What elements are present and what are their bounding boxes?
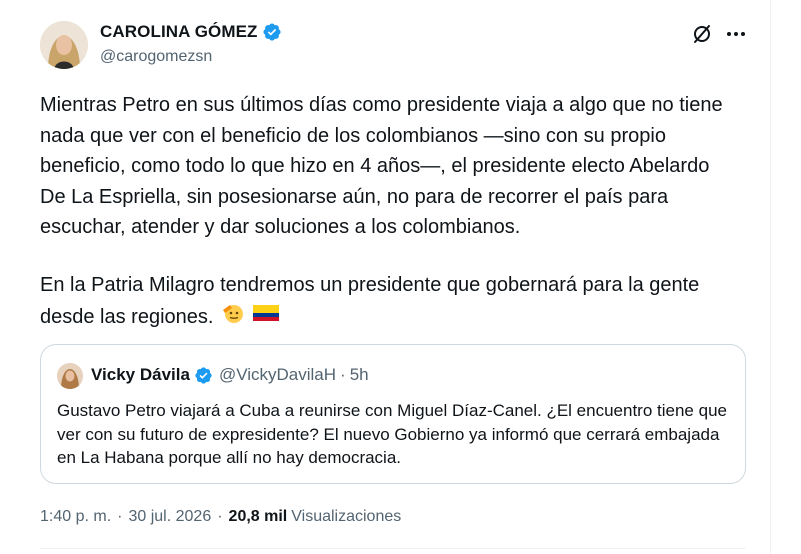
quote-author-avatar[interactable]: [57, 363, 83, 389]
colombia-flag-icon: [252, 302, 279, 333]
quote-text: Gustavo Petro viajará a Cuba a reunirse …: [57, 401, 727, 467]
views-count: 20,8 mil: [228, 508, 288, 525]
divider: [40, 548, 746, 549]
quote-separator: ·: [340, 365, 346, 384]
meta-separator-2: ·: [217, 508, 223, 525]
tweet-paragraph-2-text: En la Patria Milagro tendremos un presid…: [40, 274, 700, 328]
grok-icon[interactable]: [690, 22, 714, 46]
views-label: Visualizaciones: [291, 508, 402, 525]
tweet-meta: 1:40 p. m. · 30 jul. 2026 · 20,8 mil Vis…: [40, 508, 401, 526]
verified-badge-icon: [262, 22, 282, 42]
tweet-time[interactable]: 1:40 p. m.: [40, 508, 111, 526]
quoted-tweet[interactable]: Vicky Dávila @VickyDavilaH · 5h Gustavo …: [40, 344, 746, 484]
tweet-card: CAROLINA GÓMEZ @carogomezsn Mientras Pet…: [0, 0, 771, 554]
tweet-text: Mientras Petro en sus últimos días como …: [40, 94, 729, 238]
quote-verified-badge-icon: [194, 366, 213, 385]
author-handle[interactable]: @carogomezsn: [100, 48, 212, 66]
quote-timestamp[interactable]: 5h: [350, 365, 369, 385]
more-icon[interactable]: [724, 22, 748, 46]
tweet-text-paragraph-2: En la Patria Milagro tendremos un presid…: [40, 270, 740, 334]
author-avatar[interactable]: [40, 21, 88, 69]
saluting-face-icon: [221, 301, 245, 335]
quote-author-handle[interactable]: @VickyDavilaH: [219, 365, 336, 385]
author-name[interactable]: CAROLINA GÓMEZ: [100, 22, 258, 42]
quote-author-name[interactable]: Vicky Dávila: [91, 365, 190, 385]
meta-separator: ·: [117, 508, 123, 525]
tweet-date[interactable]: 30 jul. 2026: [128, 508, 211, 526]
